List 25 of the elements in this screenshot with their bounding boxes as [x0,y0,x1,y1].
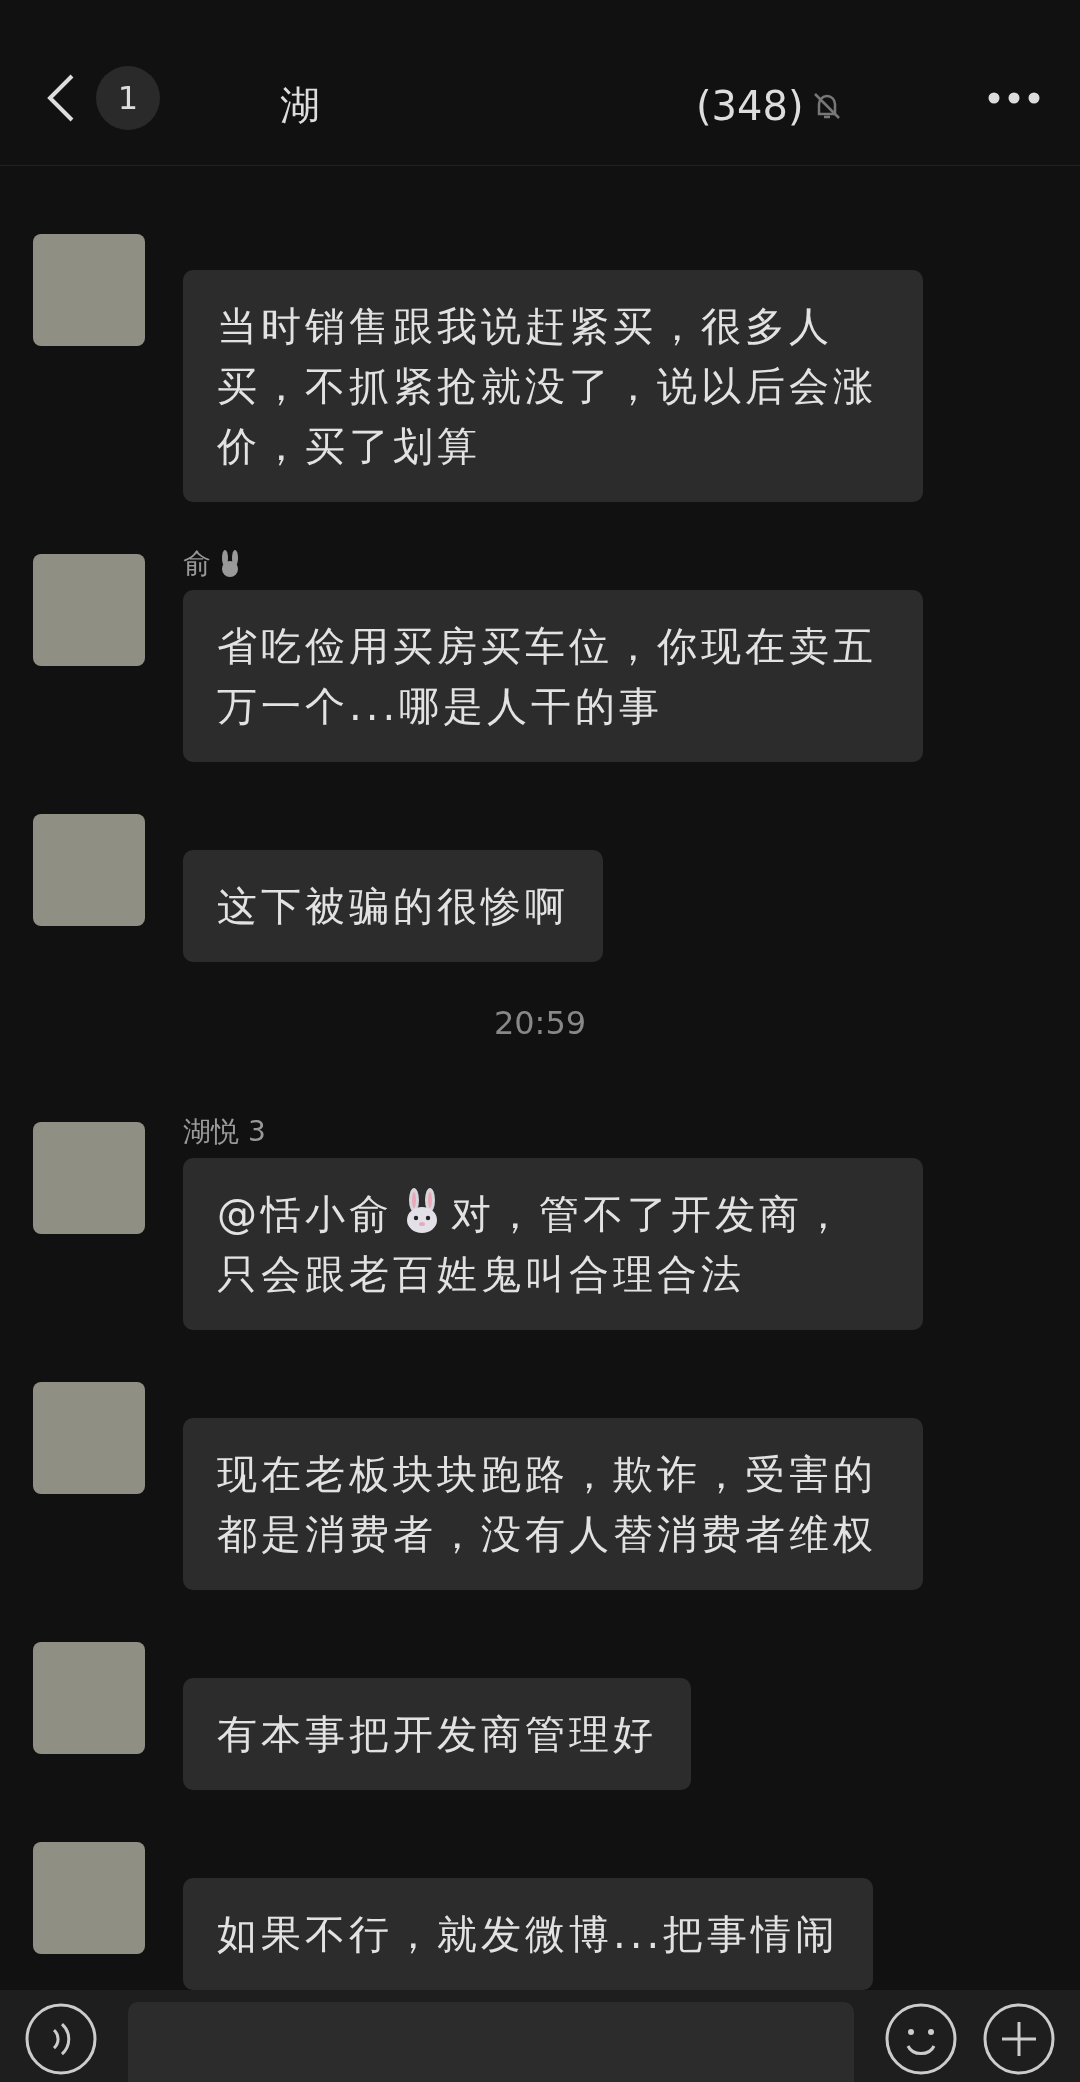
plus-icon[interactable] [982,2002,1056,2076]
avatar[interactable] [33,1842,145,1954]
avatar[interactable] [33,234,145,346]
message-bubble: 当时销售跟我说赶紧买，很多人买，不抓紧抢就没了，说以后会涨价，买了划算 [183,270,923,502]
chat-title: 湖 [280,81,320,130]
avatar[interactable] [33,814,145,926]
voice-icon[interactable] [24,2002,98,2076]
back-icon[interactable] [46,72,76,123]
avatar[interactable] [33,1382,145,1494]
avatar[interactable] [33,1122,145,1234]
timestamp: 20:59 [492,1004,588,1042]
message-bubble: 有本事把开发商管理好 [183,1678,691,1790]
message-bubble: @恬小俞 对，管不了开发商，只会跟老百姓鬼叫合理合法 [183,1158,923,1330]
more-icon[interactable] [988,91,1040,104]
avatar[interactable] [33,1642,145,1754]
avatar[interactable] [33,554,145,666]
sender-name: 俞 [183,546,211,582]
message-bubble: 这下被骗的很惨啊 [183,850,603,962]
sender-name: 湖悦 3 [183,1114,266,1150]
unread-count-badge: 1 [96,65,160,130]
emoji-icon[interactable] [884,2002,958,2076]
message-bubble: 现在老板块块跑路，欺诈，受害的都是消费者，没有人替消费者维权 [183,1418,923,1590]
member-count: (348) [696,82,804,129]
message-bubble: 如果不行，就发微博...把事情闹 [183,1878,874,1990]
message-bubble: 省吃俭用买房买车位，你现在卖五万一个...哪是人干的事 [183,590,923,762]
